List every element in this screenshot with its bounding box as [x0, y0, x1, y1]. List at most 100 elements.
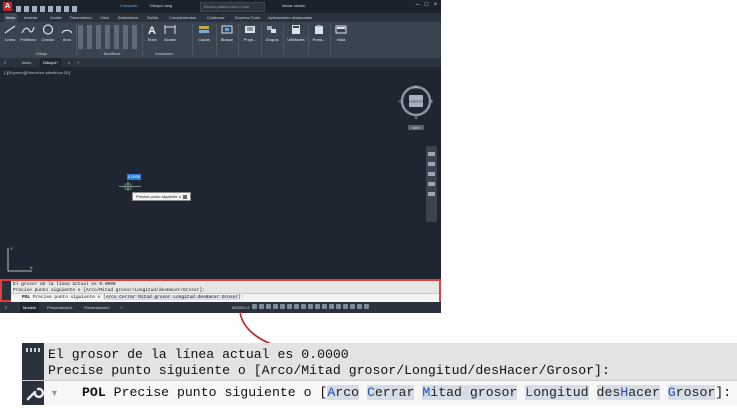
- osnap-icon[interactable]: [280, 304, 285, 309]
- save-icon[interactable]: [32, 6, 37, 12]
- customize-wrench-icon[interactable]: [22, 381, 45, 405]
- maximize-icon[interactable]: □: [423, 2, 430, 9]
- search-input[interactable]: Escriba palabra clave o frase: [200, 2, 265, 12]
- new-file-icon[interactable]: [16, 6, 21, 12]
- open-file-icon[interactable]: [24, 6, 29, 12]
- layout-menu-icon[interactable]: ≡: [5, 305, 7, 310]
- redo-icon[interactable]: [64, 6, 69, 12]
- isolate-icon[interactable]: [343, 304, 348, 309]
- quick-properties-icon[interactable]: [336, 304, 341, 309]
- tooltip-options-icon[interactable]: [182, 194, 187, 199]
- option-grosor[interactable]: Grosor: [667, 385, 716, 400]
- tab-salida[interactable]: Salida: [147, 15, 158, 20]
- login-button[interactable]: Iniciar sesión: [282, 3, 305, 8]
- otrack-icon[interactable]: [287, 304, 292, 309]
- tab-anotar[interactable]: Anotar: [50, 15, 62, 20]
- app-logo[interactable]: A: [3, 2, 12, 11]
- command-line-grip[interactable]: [2, 281, 11, 300]
- option-longitud[interactable]: Longitud: [525, 385, 589, 400]
- add-layout-icon[interactable]: +: [120, 305, 122, 310]
- zoom-icon[interactable]: [428, 172, 435, 176]
- option-mitad-grosor[interactable]: Mitad grosor: [422, 385, 518, 400]
- utilidades-tool[interactable]: Utilidades: [285, 24, 307, 42]
- model-tab[interactable]: Modelo: [20, 302, 40, 313]
- wcs-menu[interactable]: WCS: [413, 126, 420, 130]
- command-options-mini[interactable]: Arco Cerrar Mitad grosor Longitud desHac…: [105, 295, 239, 300]
- command-grip-handle[interactable]: [22, 343, 44, 380]
- recent-commands-dropdown-icon[interactable]: ▼: [50, 388, 59, 398]
- plot-icon[interactable]: [48, 6, 53, 12]
- grid-icon[interactable]: [252, 304, 257, 309]
- selection-icon[interactable]: [308, 304, 313, 309]
- command-line[interactable]: El grosor de la línea actual es 0.0000 P…: [0, 279, 441, 302]
- polilinea-tool[interactable]: Polilínea: [19, 24, 37, 42]
- showmotion-icon[interactable]: [428, 192, 435, 196]
- viewcube[interactable]: SUPERIOR N S E O WCS: [396, 83, 436, 133]
- navigation-bar[interactable]: [426, 146, 437, 222]
- layout-tab-2[interactable]: Presentación2: [84, 305, 110, 310]
- tab-administrar[interactable]: Administrar: [118, 15, 138, 20]
- tab-express-tools[interactable]: Express Tools: [235, 15, 260, 20]
- texto-tool[interactable]: A Texto: [145, 24, 159, 42]
- share-icon[interactable]: [72, 6, 77, 12]
- acotar-tool[interactable]: Acotar: [162, 24, 178, 42]
- groups-icon: [267, 26, 276, 33]
- tab-insertar[interactable]: Insertar: [24, 15, 38, 20]
- circulo-tool[interactable]: Círculo: [40, 24, 56, 42]
- orbit-icon[interactable]: [428, 182, 435, 186]
- command-prompt[interactable]: POL Precise punto siguiente o [Arco Cerr…: [82, 385, 731, 400]
- clean-screen-icon[interactable]: [357, 304, 362, 309]
- undo-icon[interactable]: [56, 6, 61, 12]
- tab-colaborar[interactable]: Colaborar: [207, 15, 225, 20]
- tab-aplicaciones[interactable]: Aplicaciones destacadas: [268, 15, 312, 20]
- lineweight-icon[interactable]: [294, 304, 299, 309]
- portapapeles-tool[interactable]: Porta...: [311, 24, 327, 42]
- close-tab-icon[interactable]: ×: [68, 60, 70, 65]
- vista-tool[interactable]: Vista: [334, 24, 348, 42]
- layout-tab-1[interactable]: Presentación1: [47, 305, 73, 310]
- doc-tab-dibujo1[interactable]: Dibujo1*: [40, 58, 62, 67]
- add-tab-icon[interactable]: +: [77, 60, 79, 65]
- transparency-icon[interactable]: [301, 304, 306, 309]
- steering-wheel-icon[interactable]: [428, 152, 435, 156]
- panel-modificar[interactable]: Modificar: [104, 51, 120, 56]
- tab-parametrico[interactable]: Paramétrico: [70, 15, 92, 20]
- hardware-icon[interactable]: [350, 304, 355, 309]
- linea-tool[interactable]: Línea: [3, 24, 17, 42]
- modify-tools-grid[interactable]: [78, 25, 138, 49]
- share-button[interactable]: Compartir: [120, 3, 138, 8]
- units-icon[interactable]: [329, 304, 334, 309]
- status-toggles[interactable]: [252, 304, 437, 311]
- tab-complementos[interactable]: Complementos: [169, 15, 196, 20]
- tab-vista[interactable]: Vista: [100, 15, 109, 20]
- arco-tool[interactable]: Arco: [60, 24, 74, 42]
- menu-icon[interactable]: ≡: [4, 60, 6, 65]
- panel-anotacion[interactable]: Anotación: [155, 51, 173, 56]
- save-as-icon[interactable]: [40, 6, 45, 12]
- grupos-tool[interactable]: Grupos: [264, 24, 280, 42]
- propiedades-tool[interactable]: Propi...: [241, 24, 259, 42]
- tab-inicio[interactable]: Inicio: [4, 13, 18, 22]
- customize-icon[interactable]: [364, 304, 369, 309]
- option-deshacer[interactable]: desHacer: [596, 385, 660, 400]
- minimize-icon[interactable]: –: [414, 2, 421, 9]
- capas-tool[interactable]: Capas: [197, 24, 211, 42]
- bloque-tool[interactable]: Bloque: [219, 24, 235, 42]
- polar-icon[interactable]: [273, 304, 278, 309]
- annotation-icon[interactable]: [315, 304, 320, 309]
- close-icon[interactable]: ×: [432, 2, 439, 9]
- model-space-toggle[interactable]: MODELO: [232, 305, 249, 310]
- zoom-command-input[interactable]: ▼ POL Precise punto siguiente o [Arco Ce…: [22, 380, 737, 405]
- utilities-icon: [292, 25, 300, 34]
- option-arco[interactable]: Arco: [327, 385, 360, 400]
- option-cerrar[interactable]: Cerrar: [366, 385, 415, 400]
- snap-icon[interactable]: [259, 304, 264, 309]
- dynamic-input-field[interactable]: 0.0000: [127, 174, 141, 180]
- command-input-row[interactable]: POL Precise punto siguiente o [Arco Cerr…: [11, 293, 439, 302]
- panel-dibujo[interactable]: Dibujo: [36, 51, 47, 56]
- workspace-icon[interactable]: [322, 304, 327, 309]
- doc-tab-inicio[interactable]: Inicio: [22, 60, 31, 65]
- pan-icon[interactable]: [428, 162, 435, 166]
- viewport-controls[interactable]: [-][Superior][Estructura alámbrica 2D]: [4, 70, 70, 75]
- ortho-icon[interactable]: [266, 304, 271, 309]
